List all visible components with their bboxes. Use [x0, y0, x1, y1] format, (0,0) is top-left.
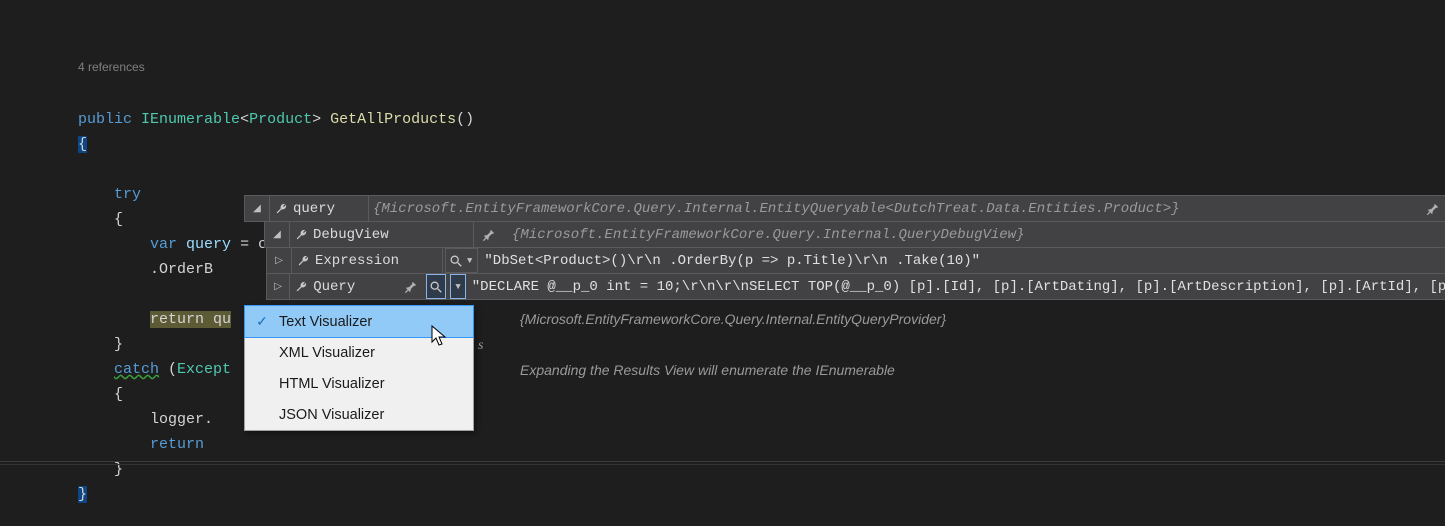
- type-ienumerable: IEnumerable: [141, 111, 240, 128]
- keyword-public: public: [78, 111, 132, 128]
- menu-label: Text Visualizer: [279, 314, 372, 330]
- orderby-fragment: .OrderB: [150, 261, 213, 278]
- keyword-return: return: [150, 436, 213, 453]
- debugger-datatip[interactable]: ◢ query {Microsoft.EntityFrameworkCore.Q…: [244, 196, 1445, 300]
- pin-icon[interactable]: [1426, 202, 1440, 216]
- menu-label: JSON Visualizer: [279, 407, 384, 423]
- pin-icon[interactable]: [404, 280, 418, 294]
- wrench-icon: [274, 202, 288, 216]
- menu-label: HTML Visualizer: [279, 376, 385, 392]
- property-value: {Microsoft.EntityFrameworkCore.Query.Int…: [508, 222, 1028, 247]
- angle-close: >: [312, 111, 321, 128]
- return-highlight: return qu: [150, 311, 231, 328]
- visualizer-menu-item-text[interactable]: ✓ Text Visualizer: [244, 305, 474, 338]
- provider-info: {Microsoft.EntityFrameworkCore.Query.Int…: [520, 311, 946, 327]
- brace-close: }: [78, 486, 87, 503]
- datatip-row-query[interactable]: ◢ query {Microsoft.EntityFrameworkCore.Q…: [244, 195, 1445, 222]
- checkmark-icon: ✓: [256, 313, 268, 330]
- property-value: "DECLARE @__p_0 int = 10;\r\n\r\nSELECT …: [468, 274, 1445, 299]
- property-name: DebugView: [313, 227, 389, 243]
- visualizer-menu-item-xml[interactable]: XML Visualizer: [245, 337, 473, 368]
- method-name: GetAllProducts: [330, 111, 456, 128]
- menu-label: XML Visualizer: [279, 345, 375, 361]
- visualizer-dropdown-button[interactable]: ▼: [445, 248, 478, 273]
- brace-open: {: [78, 136, 87, 153]
- keyword-try: try: [114, 186, 141, 203]
- expander-toggle[interactable]: ▷: [267, 248, 292, 273]
- keyword-catch: catch: [114, 361, 159, 378]
- pin-icon[interactable]: [482, 228, 496, 242]
- datatip-row-debugview[interactable]: ◢ DebugView {Microsoft.EntityFrameworkCo…: [264, 221, 1445, 248]
- editor-split-line: [0, 461, 1445, 465]
- type-exception: Except: [177, 361, 231, 378]
- property-value: "DbSet<Product>()\r\n .OrderBy(p => p.Ti…: [480, 248, 984, 273]
- expander-toggle[interactable]: ◢: [245, 196, 270, 221]
- expander-toggle[interactable]: ◢: [265, 222, 290, 247]
- ident-logger: logger.: [150, 411, 213, 428]
- chevron-down-icon: ▼: [453, 282, 462, 292]
- keyword-var: var: [150, 236, 177, 253]
- results-view-hint: Expanding the Results View will enumerat…: [520, 362, 895, 378]
- brace: }: [114, 336, 123, 353]
- visualizer-dropdown-button[interactable]: ▼: [450, 274, 465, 299]
- visualizer-menu-item-json[interactable]: JSON Visualizer: [245, 399, 473, 430]
- property-value: {Microsoft.EntityFrameworkCore.Query.Int…: [369, 196, 1184, 221]
- wrench-icon: [294, 280, 308, 294]
- chevron-down-icon: ▼: [465, 256, 474, 266]
- visualizer-menu-item-html[interactable]: HTML Visualizer: [245, 368, 473, 399]
- paren-open: (: [159, 361, 177, 378]
- brace: {: [114, 211, 123, 228]
- truncated-char: s: [478, 338, 483, 354]
- brace: {: [114, 386, 123, 403]
- codelens-references[interactable]: 4 references: [78, 55, 1445, 80]
- visualizer-button[interactable]: [426, 274, 446, 299]
- expander-toggle[interactable]: ▷: [267, 274, 290, 299]
- datatip-row-expression[interactable]: ▷ Expression ▼ "DbSet<Product>()\r\n .Or…: [266, 247, 1445, 274]
- wrench-icon: [294, 228, 308, 242]
- visualizer-menu[interactable]: ✓ Text Visualizer XML Visualizer HTML Vi…: [244, 305, 474, 431]
- parens: (): [456, 111, 474, 128]
- datatip-row-query-sql[interactable]: ▷ Query ▼ "DECLARE @__p_0 int = 10;\r\n\…: [266, 273, 1445, 300]
- type-product: Product: [249, 111, 312, 128]
- magnifier-icon: [429, 280, 443, 294]
- magnifier-icon: [449, 254, 463, 268]
- property-name: query: [293, 201, 335, 217]
- wrench-icon: [296, 254, 310, 268]
- angle-open: <: [240, 111, 249, 128]
- property-name: Query: [313, 279, 355, 295]
- property-name: Expression: [315, 253, 399, 269]
- ident-query: query: [186, 236, 231, 253]
